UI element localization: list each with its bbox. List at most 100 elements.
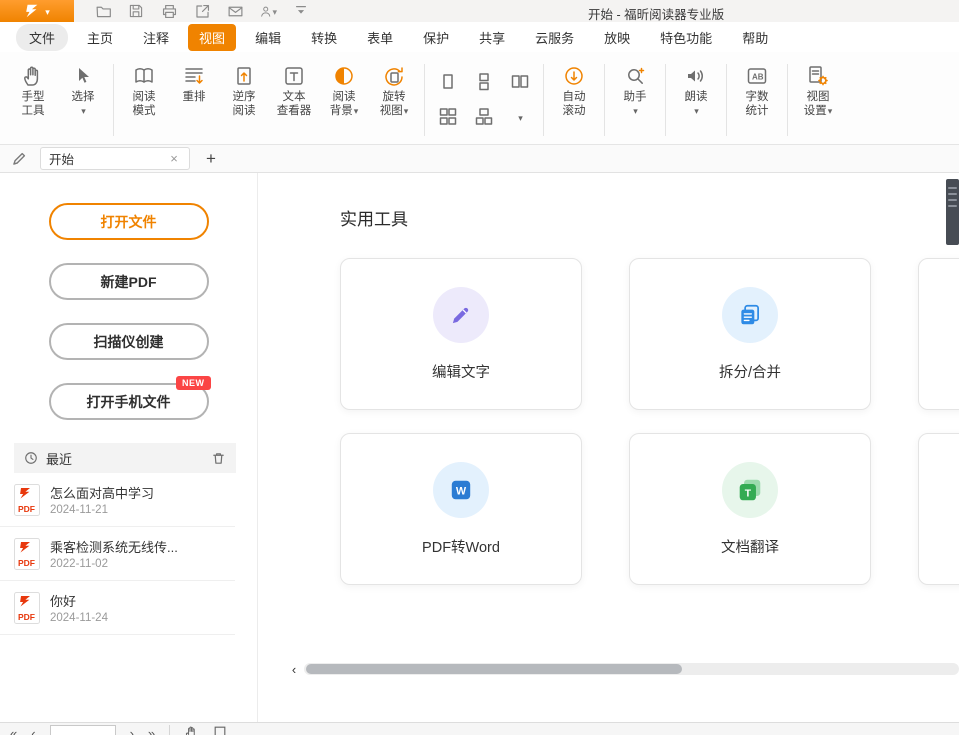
assistant-button[interactable]: 助手: [610, 56, 660, 118]
tab-share[interactable]: 共享: [468, 24, 516, 51]
recent-file-row[interactable]: PDF 你好 2024-11-24: [0, 581, 235, 635]
hand-tool-button[interactable]: 手型 工具: [8, 56, 58, 118]
page-number-input[interactable]: [50, 725, 116, 735]
tool-card-edit-text[interactable]: 编辑文字: [340, 258, 582, 410]
new-badge: NEW: [176, 376, 211, 390]
assistant-magnifier-icon: [621, 62, 649, 90]
toolbar-separator: [726, 64, 727, 136]
mail-icon[interactable]: [226, 2, 244, 20]
tool-card-translate[interactable]: T 文档翻译: [629, 433, 871, 585]
rotate-view-button[interactable]: 旋转 视图: [369, 56, 419, 118]
tab-form[interactable]: 表单: [356, 24, 404, 51]
reverse-reading-button[interactable]: 逆序 阅读: [219, 56, 269, 118]
recent-file-name: 怎么面对高中学习: [50, 483, 154, 502]
read-mode-button[interactable]: 阅读 模式: [119, 56, 169, 118]
select-tool-status-icon[interactable]: [213, 725, 227, 735]
recent-file-row[interactable]: PDF 乘客检测系统无线传... 2022-11-02: [0, 527, 235, 581]
open-folder-icon[interactable]: [94, 2, 112, 20]
new-pdf-button[interactable]: 新建PDF: [49, 263, 209, 300]
tool-card-partial[interactable]: [918, 433, 959, 585]
toolbar-separator: [424, 64, 425, 136]
tab-view[interactable]: 视图: [188, 24, 236, 51]
export-icon[interactable]: [193, 2, 211, 20]
svg-text:PDF: PDF: [18, 504, 35, 514]
tab-help[interactable]: 帮助: [731, 24, 779, 51]
trash-icon[interactable]: [211, 451, 226, 466]
svg-text:PDF: PDF: [18, 558, 35, 568]
clock-icon: [24, 451, 38, 465]
pdf-file-icon: PDF: [14, 538, 40, 570]
tab-slideshow[interactable]: 放映: [593, 24, 641, 51]
titlebar: 开始 - 福昕阅读器专业版: [0, 0, 959, 22]
quick-access-toolbar: [94, 2, 310, 20]
horizontal-scrollbar-thumb[interactable]: [306, 664, 682, 674]
reflow-button[interactable]: 重排: [169, 56, 219, 104]
continuous-layout-icon[interactable]: [472, 70, 496, 94]
reading-background-button[interactable]: 阅读 背景: [319, 56, 369, 118]
read-aloud-button[interactable]: 朗读: [671, 56, 721, 118]
dropdown-arrow-icon: [403, 104, 409, 118]
ribbon-tab-strip: 文件 主页 注释 视图 编辑 转换 表单 保护 共享 云服务 放映 特色功能 帮…: [0, 22, 959, 52]
tool-card-label: 编辑文字: [432, 361, 490, 382]
content-area: 打开文件 新建PDF 扫描仪创建 打开手机文件 NEW 最近 PDF 怎么面对高…: [0, 173, 959, 722]
translate-icon: T: [722, 462, 778, 518]
share-icon[interactable]: [259, 2, 277, 20]
recent-file-name: 乘客检测系统无线传...: [50, 537, 178, 556]
dropdown-arrow-icon: [80, 104, 86, 118]
horizontal-scrollbar-track[interactable]: [304, 663, 959, 675]
scanner-create-button[interactable]: 扫描仪创建: [49, 323, 209, 360]
tool-card-pdf-to-word[interactable]: W PDF转Word: [340, 433, 582, 585]
word-icon: W: [433, 462, 489, 518]
tab-cloud[interactable]: 云服务: [524, 24, 585, 51]
toolbar-separator: [787, 64, 788, 136]
main-panel: 实用工具 编辑文字 拆分/合并 W: [258, 173, 959, 722]
tool-card-partial[interactable]: [918, 258, 959, 410]
hand-tool-status-icon[interactable]: [184, 725, 199, 735]
tab-protect[interactable]: 保护: [412, 24, 460, 51]
tab-file[interactable]: 文件: [16, 24, 68, 51]
auto-scroll-icon: [560, 62, 588, 90]
facing-continuous-layout-icon[interactable]: [436, 105, 460, 129]
tab-convert[interactable]: 转换: [300, 24, 348, 51]
new-tab-button[interactable]: [200, 148, 222, 170]
reflow-icon: [180, 62, 208, 90]
annotate-pencil-icon[interactable]: [8, 148, 30, 170]
tool-card-label: 文档翻译: [721, 536, 779, 557]
customize-toolbar-icon[interactable]: [292, 2, 310, 20]
dropdown-arrow-icon: [632, 104, 638, 118]
scroll-left-arrow[interactable]: ‹: [288, 662, 300, 676]
vertical-scrollbar-thumb[interactable]: [946, 179, 959, 245]
page-layout-dropdown[interactable]: [508, 105, 532, 129]
view-settings-button[interactable]: 视图 设置: [793, 56, 843, 118]
toolbar-separator: [604, 64, 605, 136]
cover-layout-icon[interactable]: [472, 105, 496, 129]
window-title: 开始 - 福昕阅读器专业版: [588, 4, 724, 23]
facing-layout-icon[interactable]: [508, 70, 532, 94]
toolbar-separator: [113, 64, 114, 136]
prev-page-button[interactable]: ‹: [31, 725, 35, 735]
open-file-button[interactable]: 打开文件: [49, 203, 209, 240]
pdf-file-icon: PDF: [14, 484, 40, 516]
open-mobile-file-button[interactable]: 打开手机文件 NEW: [49, 383, 209, 420]
tab-home[interactable]: 主页: [76, 24, 124, 51]
print-icon[interactable]: [160, 2, 178, 20]
tab-comment[interactable]: 注释: [132, 24, 180, 51]
word-count-button[interactable]: AB 字数 统计: [732, 56, 782, 118]
last-page-button[interactable]: »: [148, 725, 155, 735]
close-tab-icon[interactable]: [167, 152, 181, 166]
tool-card-split-merge[interactable]: 拆分/合并: [629, 258, 871, 410]
app-logo-button[interactable]: [0, 0, 74, 22]
select-tool-button[interactable]: 选择: [58, 56, 108, 118]
doc-tab-start[interactable]: 开始: [40, 147, 190, 170]
save-icon[interactable]: [127, 2, 145, 20]
pdf-file-icon: PDF: [14, 592, 40, 624]
tab-edit[interactable]: 编辑: [244, 24, 292, 51]
horizontal-scrollbar: ‹: [288, 662, 959, 676]
next-page-button[interactable]: ›: [130, 725, 134, 735]
tab-featured[interactable]: 特色功能: [649, 24, 723, 51]
first-page-button[interactable]: «: [10, 725, 17, 735]
text-viewer-button[interactable]: 文本 查看器: [269, 56, 319, 118]
auto-scroll-button[interactable]: 自动 滚动: [549, 56, 599, 118]
recent-file-row[interactable]: PDF 怎么面对高中学习 2024-11-21: [0, 473, 235, 527]
single-page-layout-icon[interactable]: [436, 70, 460, 94]
